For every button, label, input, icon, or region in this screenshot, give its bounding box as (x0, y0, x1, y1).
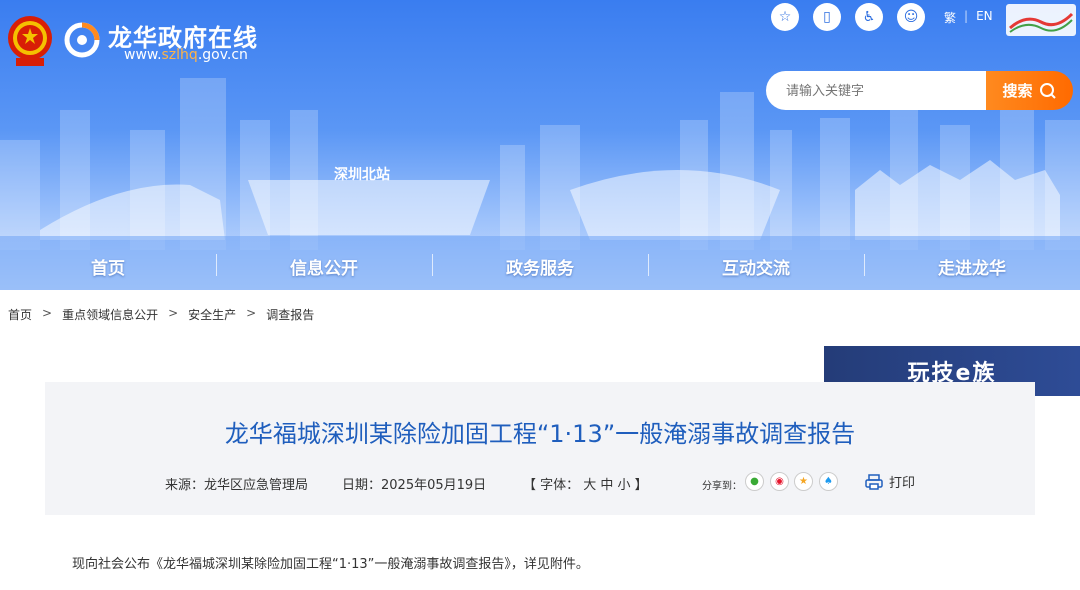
lang-traditional[interactable]: 繁 (944, 9, 956, 26)
search-button[interactable]: 搜索 (986, 71, 1073, 110)
article-body: 现向社会公布《龙华福城深圳某除险加固工程“1·13”一般淹溺事故调查报告》，详见… (72, 557, 589, 572)
lang-english[interactable]: EN (976, 9, 993, 26)
breadcrumb-separator: > (246, 306, 257, 320)
search-icon (1039, 82, 1056, 99)
qzone-star-icon[interactable]: ★ (794, 472, 813, 491)
url-highlight: szlhq (161, 47, 198, 63)
breadcrumb-safety[interactable]: 安全生产 (188, 306, 236, 323)
nav-home[interactable]: 首页 (0, 242, 216, 290)
url-prefix: www. (124, 47, 162, 63)
breadcrumb-home[interactable]: 首页 (8, 306, 32, 323)
national-emblem-icon (8, 16, 52, 66)
elderly-icon[interactable]: ☺ (897, 3, 925, 31)
article-title: 龙华福城深圳某除险加固工程“1·13”一般淹溺事故调查报告 (224, 420, 856, 448)
language-switch: 繁 | EN (944, 9, 993, 26)
lang-separator: | (964, 9, 969, 23)
nav-interaction[interactable]: 互动交流 (648, 242, 864, 290)
breadcrumb-key-areas[interactable]: 重点领域信息公开 (62, 306, 158, 323)
top-icon-bar: ☆ ▯ ♿ ☺ (771, 3, 925, 31)
qq-icon[interactable]: ♠ (819, 472, 838, 491)
breadcrumb-separator: > (168, 306, 179, 320)
mobile-icon[interactable]: ▯ (813, 3, 841, 31)
weibo-icon[interactable]: ◉ (770, 472, 789, 491)
nav-info-disclosure[interactable]: 信息公开 (216, 242, 432, 290)
breadcrumb-investigation[interactable]: 调查报告 (266, 306, 314, 323)
article-date: 日期：2025年05月19日 (342, 478, 487, 493)
search-label: 搜索 (1002, 82, 1033, 100)
nav-about-longhua[interactable]: 走进龙华 (864, 242, 1080, 290)
longhua-logo-icon (64, 22, 100, 58)
station-label: 深圳北站 (334, 167, 390, 183)
main-nav: 首页 信息公开 政务服务 互动交流 走进龙华 (0, 242, 1080, 290)
site-url[interactable]: www.szlhq.gov.cn (124, 47, 248, 63)
print-button[interactable]: 打印 (865, 472, 915, 491)
article-header: 龙华福城深圳某除险加固工程“1·13”一般淹溺事故调查报告 来源：龙华区应急管理… (45, 382, 1035, 515)
breadcrumb-separator: > (42, 306, 53, 320)
nav-gov-services[interactable]: 政务服务 (432, 242, 648, 290)
header-banner: 龙华政府在线 www.szlhq.gov.cn ☆ ▯ ♿ ☺ 繁 | EN 搜… (0, 0, 1080, 290)
print-label: 打印 (889, 476, 916, 491)
printer-icon (865, 473, 883, 490)
breadcrumb: 首页 > 重点领域信息公开 > 安全生产 > 调查报告 (8, 306, 314, 323)
wechat-icon[interactable]: ● (745, 472, 764, 491)
star-icon[interactable]: ☆ (771, 3, 799, 31)
accessibility-icon[interactable]: ♿ (855, 3, 883, 31)
shenzhen-logo-icon[interactable] (1006, 4, 1076, 36)
search-input[interactable] (766, 71, 988, 110)
font-size-controls[interactable]: 【 字体： 大 中 小 】 (523, 474, 648, 493)
url-suffix: .gov.cn (197, 47, 248, 63)
article-source: 来源：龙华区应急管理局 (165, 478, 309, 493)
share-label: 分享到： (702, 481, 742, 492)
